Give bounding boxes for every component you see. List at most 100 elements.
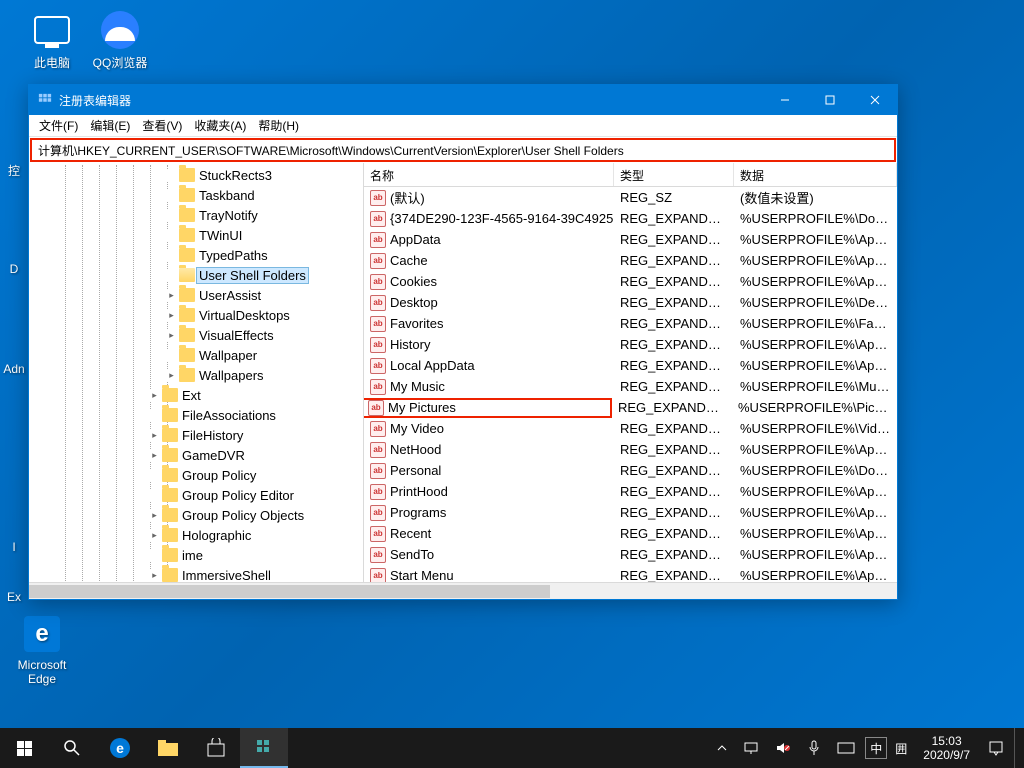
tree-toggle-icon[interactable]: ▸: [149, 530, 160, 541]
col-header-data[interactable]: 数据: [734, 163, 897, 186]
folder-icon: [162, 508, 178, 522]
tray-ime2[interactable]: 囲: [891, 728, 911, 768]
list-row[interactable]: abPrintHoodREG_EXPAND_SZ%USERPROFILE%\Ap…: [364, 481, 897, 502]
tree-toggle-icon[interactable]: ▸: [149, 390, 160, 401]
tree-item[interactable]: ▸Ext: [29, 385, 363, 405]
tree-item[interactable]: FileAssociations: [29, 405, 363, 425]
tree-item[interactable]: ▸Wallpapers: [29, 365, 363, 385]
tree-item[interactable]: TWinUI: [29, 225, 363, 245]
value-name: My Music: [390, 379, 445, 394]
list-row[interactable]: abMy PicturesREG_EXPAND_SZ%USERPROFILE%\…: [364, 397, 897, 418]
list-row[interactable]: abHistoryREG_EXPAND_SZ%USERPROFILE%\AppD…: [364, 334, 897, 355]
tray-microphone[interactable]: [801, 728, 827, 768]
col-header-type[interactable]: 类型: [614, 163, 734, 186]
tray-ime[interactable]: 中: [865, 737, 887, 759]
desktop-icon-label: 此电脑: [22, 54, 82, 71]
tree-toggle-icon: [166, 270, 177, 281]
show-desktop[interactable]: [1014, 728, 1020, 768]
list-row[interactable]: abFavoritesREG_EXPAND_SZ%USERPROFILE%\Fa…: [364, 313, 897, 334]
list-row[interactable]: abSendToREG_EXPAND_SZ%USERPROFILE%\AppDa…: [364, 544, 897, 565]
titlebar[interactable]: 注册表编辑器: [29, 85, 897, 115]
list-body[interactable]: ab(默认)REG_SZ(数值未设置)ab{374DE290-123F-4565…: [364, 187, 897, 599]
address-bar[interactable]: 计算机\HKEY_CURRENT_USER\SOFTWARE\Microsoft…: [30, 138, 896, 162]
close-button[interactable]: [852, 85, 897, 115]
horizontal-scrollbar[interactable]: [364, 582, 897, 599]
tray-clock[interactable]: 15:03 2020/9/7: [915, 734, 978, 763]
tree-item[interactable]: TypedPaths: [29, 245, 363, 265]
tree-item[interactable]: Group Policy: [29, 465, 363, 485]
tree-item[interactable]: ▸VisualEffects: [29, 325, 363, 345]
taskbar-store[interactable]: [192, 728, 240, 768]
tree-item[interactable]: ▸Holographic: [29, 525, 363, 545]
tree-item[interactable]: TrayNotify: [29, 205, 363, 225]
scrollbar-thumb[interactable]: [364, 585, 550, 598]
list-row[interactable]: abRecentREG_EXPAND_SZ%USERPROFILE%\AppDa…: [364, 523, 897, 544]
tree-item[interactable]: Wallpaper: [29, 345, 363, 365]
value-type: REG_EXPAND_SZ: [614, 442, 734, 457]
list-row[interactable]: ab(默认)REG_SZ(数值未设置): [364, 187, 897, 208]
tree-item[interactable]: User Shell Folders: [29, 265, 363, 285]
desktop-icon-this-pc[interactable]: 此电脑: [22, 10, 82, 71]
menu-help[interactable]: 帮助(H): [252, 115, 305, 136]
tree-item[interactable]: Group Policy Editor: [29, 485, 363, 505]
desktop-icon-edge[interactable]: e Microsoft Edge: [12, 614, 72, 686]
menu-view[interactable]: 查看(V): [136, 115, 188, 136]
tray-network[interactable]: [737, 728, 765, 768]
tree-item[interactable]: ime: [29, 545, 363, 565]
tray-keyboard[interactable]: [831, 728, 861, 768]
tree-item[interactable]: ▸GameDVR: [29, 445, 363, 465]
col-header-name[interactable]: 名称: [364, 163, 614, 186]
maximize-button[interactable]: [807, 85, 852, 115]
value-data: %USERPROFILE%\Music: [734, 379, 897, 394]
list-row[interactable]: abNetHoodREG_EXPAND_SZ%USERPROFILE%\AppD…: [364, 439, 897, 460]
taskbar-explorer[interactable]: [144, 728, 192, 768]
tree-toggle-icon[interactable]: ▸: [149, 510, 160, 521]
desktop-icon-qq-browser[interactable]: QQ浏览器: [90, 10, 150, 71]
start-button[interactable]: [0, 728, 48, 768]
menu-file[interactable]: 文件(F): [33, 115, 84, 136]
menu-favorites[interactable]: 收藏夹(A): [188, 115, 252, 136]
tree-toggle-icon[interactable]: ▸: [166, 330, 177, 341]
value-data: %USERPROFILE%\AppData: [734, 526, 897, 541]
list-row[interactable]: abPersonalREG_EXPAND_SZ%USERPROFILE%\Doc…: [364, 460, 897, 481]
menu-edit[interactable]: 编辑(E): [84, 115, 136, 136]
tree-item[interactable]: StuckRects3: [29, 165, 363, 185]
list-row[interactable]: abCacheREG_EXPAND_SZ%USERPROFILE%\AppDat…: [364, 250, 897, 271]
string-value-icon: ab: [370, 274, 386, 290]
registry-tree[interactable]: StuckRects3TaskbandTrayNotifyTWinUITyped…: [29, 163, 364, 599]
list-row[interactable]: abProgramsREG_EXPAND_SZ%USERPROFILE%\App…: [364, 502, 897, 523]
value-type: REG_EXPAND_SZ: [614, 337, 734, 352]
tree-toggle-icon: [149, 490, 160, 501]
list-row[interactable]: abLocal AppDataREG_EXPAND_SZ%USERPROFILE…: [364, 355, 897, 376]
keyboard-icon: [837, 742, 855, 754]
tree-toggle-icon[interactable]: ▸: [166, 370, 177, 381]
minimize-button[interactable]: [762, 85, 807, 115]
tray-overflow[interactable]: [711, 728, 733, 768]
tree-toggle-icon[interactable]: ▸: [149, 450, 160, 461]
tree-toggle-icon[interactable]: ▸: [149, 570, 160, 581]
cut-icon: Ex: [0, 590, 28, 604]
list-row[interactable]: abCookiesREG_EXPAND_SZ%USERPROFILE%\AppD…: [364, 271, 897, 292]
tray-volume[interactable]: [769, 728, 797, 768]
taskbar-edge[interactable]: e: [96, 728, 144, 768]
tree-toggle-icon[interactable]: ▸: [149, 430, 160, 441]
tree-item[interactable]: ▸VirtualDesktops: [29, 305, 363, 325]
list-row[interactable]: abAppDataREG_EXPAND_SZ%USERPROFILE%\AppD…: [364, 229, 897, 250]
search-button[interactable]: [48, 728, 96, 768]
value-data: %USERPROFILE%\Favorites: [734, 316, 897, 331]
list-row[interactable]: abMy MusicREG_EXPAND_SZ%USERPROFILE%\Mus…: [364, 376, 897, 397]
tree-item[interactable]: ▸FileHistory: [29, 425, 363, 445]
tree-item[interactable]: ▸Group Policy Objects: [29, 505, 363, 525]
tree-item[interactable]: ▸UserAssist: [29, 285, 363, 305]
tree-toggle-icon[interactable]: ▸: [166, 310, 177, 321]
qq-browser-icon: [101, 11, 139, 49]
tree-toggle-icon[interactable]: ▸: [166, 290, 177, 301]
list-row[interactable]: abDesktopREG_EXPAND_SZ%USERPROFILE%\Desk…: [364, 292, 897, 313]
tray-notifications[interactable]: [982, 728, 1010, 768]
tree-item[interactable]: Taskband: [29, 185, 363, 205]
list-row[interactable]: abMy VideoREG_EXPAND_SZ%USERPROFILE%\Vid…: [364, 418, 897, 439]
list-row[interactable]: ab{374DE290-123F-4565-9164-39C4925…REG_E…: [364, 208, 897, 229]
regedit-icon: [37, 92, 53, 108]
taskbar-regedit-active[interactable]: [240, 728, 288, 768]
value-data: %USERPROFILE%\AppData: [734, 358, 897, 373]
